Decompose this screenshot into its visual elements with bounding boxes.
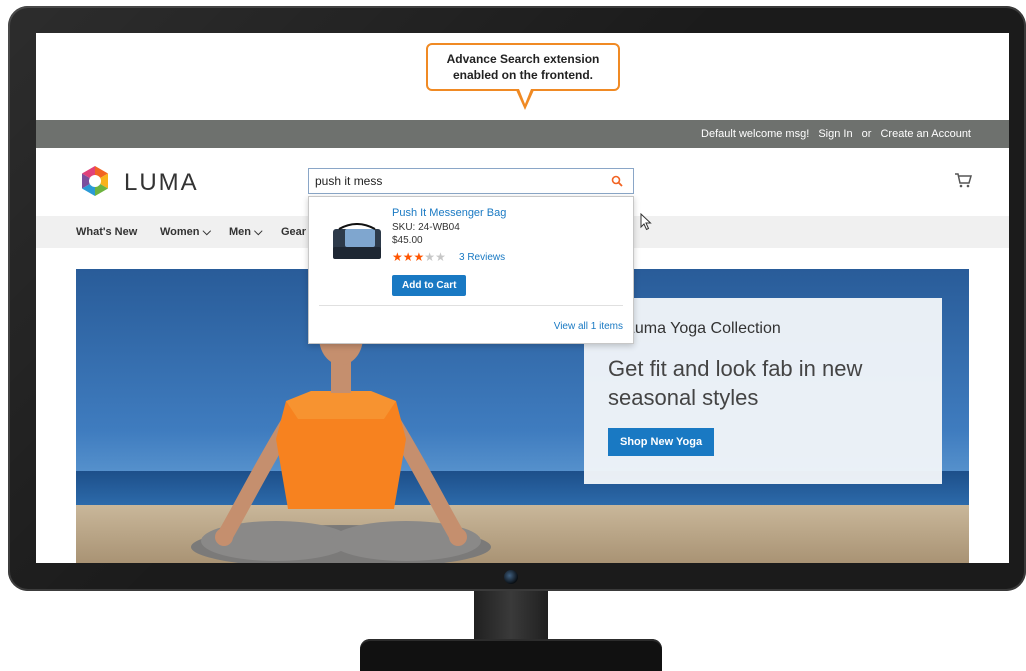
monitor-stand-neck (474, 591, 548, 641)
callout-arrow-inner (519, 89, 531, 104)
nav-item-men[interactable]: Men ⌵ (229, 226, 262, 239)
or-text: or (861, 128, 872, 140)
webcam-icon (504, 570, 518, 584)
callout-line-2: enabled on the frontend. (453, 68, 593, 82)
mouse-cursor-icon (640, 213, 652, 231)
nav-item-women[interactable]: Women ⌵ (160, 226, 211, 239)
star-icon: ★ (435, 250, 446, 264)
nav-label: Women (160, 226, 200, 238)
star-icon: ★ (402, 250, 414, 264)
monitor-stand-base (360, 639, 662, 671)
callout-line-1: Advance Search extension (446, 52, 600, 66)
nav-item-gear[interactable]: Gear (281, 226, 306, 238)
search-box[interactable] (308, 168, 634, 194)
sign-in-link[interactable]: Sign In (818, 128, 852, 140)
yoga-woman-image (191, 309, 491, 563)
shop-new-yoga-button[interactable]: Shop New Yoga (608, 428, 715, 456)
rating-stars: ★★★★★ (392, 250, 446, 264)
header-panel: Default welcome msg! Sign In or Create a… (36, 120, 1009, 148)
screen: Advance Search extension enabled on the … (36, 33, 1009, 563)
cart-icon[interactable] (954, 172, 972, 188)
add-to-cart-button[interactable]: Add to Cart (392, 275, 467, 296)
messenger-bag-image[interactable] (329, 223, 385, 263)
nav-item-whats-new[interactable]: What's New (76, 226, 137, 238)
view-all-link[interactable]: View all 1 items (554, 321, 623, 332)
product-name-link[interactable]: Push It Messenger Bag (392, 207, 506, 219)
nav-label: Men (229, 226, 251, 238)
search-input[interactable] (315, 174, 595, 188)
reviews-link[interactable]: 3 Reviews (459, 252, 505, 263)
create-account-link[interactable]: Create an Account (880, 128, 971, 140)
search-icon[interactable] (611, 175, 623, 187)
product-sku: SKU: 24-WB04 (392, 222, 460, 233)
star-icon: ★ (413, 250, 425, 264)
nav-label: Gear (281, 226, 307, 238)
chevron-down-icon: ⌵ (254, 226, 263, 238)
product-price: $45.00 (392, 235, 423, 246)
promo-subtitle: w Luma Yoga Collection (610, 320, 781, 337)
callout-box: Advance Search extension enabled on the … (426, 43, 620, 91)
logo-text[interactable]: LUMA (124, 169, 199, 197)
dropdown-divider (319, 305, 623, 306)
search-autocomplete-dropdown: Push It Messenger Bag SKU: 24-WB04 $45.0… (308, 196, 634, 344)
welcome-message: Default welcome msg! (701, 128, 810, 140)
star-icon: ★ (424, 250, 436, 264)
nav-label: What's New (76, 226, 138, 238)
promo-title: Get fit and look fab in new seasonal sty… (608, 356, 863, 410)
luma-logo-icon[interactable] (78, 164, 112, 198)
chevron-down-icon: ⌵ (202, 226, 211, 238)
account-links: Default welcome msg! Sign In or Create a… (695, 128, 971, 140)
star-icon: ★ (392, 250, 403, 264)
promo-block: w Luma Yoga Collection Get fit and look … (584, 298, 942, 484)
